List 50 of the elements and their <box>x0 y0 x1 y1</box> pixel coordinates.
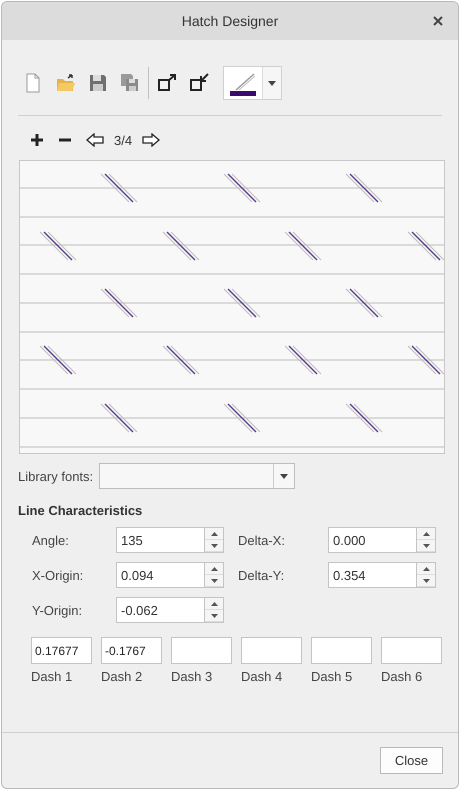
spin-field[interactable]: -0.062 <box>116 597 204 623</box>
square-arrow-out-icon <box>157 73 177 93</box>
line-color-button[interactable] <box>223 66 282 100</box>
window-title: Hatch Designer <box>182 13 278 29</box>
page-indicator: 3/4 <box>114 132 132 148</box>
dash-field[interactable]: -0.1767 <box>101 637 162 664</box>
spin-field[interactable]: 0.000 <box>328 527 416 553</box>
arrow-right-icon <box>142 133 160 147</box>
caret-down-icon <box>210 544 218 548</box>
field-label: Delta-Y: <box>238 568 286 582</box>
caret-up-icon <box>422 532 430 536</box>
field-label: Dash 2 <box>101 669 144 684</box>
field-label: Dash 5 <box>311 669 354 684</box>
field-label: Dash 1 <box>31 669 74 684</box>
caret-up-icon <box>210 602 218 606</box>
dash-field[interactable] <box>311 637 372 664</box>
field-label: Dash 6 <box>381 669 424 684</box>
close-icon <box>433 16 443 26</box>
folder-icon <box>56 73 76 93</box>
dash-field[interactable] <box>241 637 302 664</box>
dash-field[interactable]: 0.17677 <box>31 637 92 664</box>
arrow-left-icon <box>86 133 104 147</box>
plus-icon <box>30 133 44 147</box>
color-swatch <box>230 91 256 96</box>
field-label: Y-Origin: <box>32 602 84 618</box>
caret-down-icon <box>422 578 430 582</box>
field-label: Library fonts: <box>18 468 94 484</box>
spin-field[interactable]: 0.094 <box>116 562 204 588</box>
square-arrow-in-icon <box>189 73 209 93</box>
close-button[interactable]: Close <box>380 747 443 774</box>
field-label: Angle: <box>32 532 70 548</box>
field-label: Dash 3 <box>171 669 214 684</box>
caret-down-icon <box>210 578 218 582</box>
caret-down-icon <box>210 614 218 618</box>
section-heading: Line Characteristics <box>18 503 144 518</box>
spin-field[interactable]: 135 <box>116 527 204 553</box>
caret-up-icon <box>422 566 430 570</box>
dash-field[interactable] <box>171 637 232 664</box>
caret-down-icon <box>268 80 276 86</box>
field-label: Delta-X: <box>238 532 286 548</box>
field-label: Dash 4 <box>241 669 284 684</box>
caret-up-icon <box>210 566 218 570</box>
field-label: X-Origin: <box>32 568 84 582</box>
floppy-disks-icon <box>120 73 140 93</box>
caret-up-icon <box>210 532 218 536</box>
close-button[interactable] <box>432 15 444 27</box>
caret-down-icon <box>422 544 430 548</box>
spin-field[interactable]: 0.354 <box>328 562 416 588</box>
dash-field[interactable] <box>381 637 442 664</box>
caret-down-icon <box>280 474 288 478</box>
